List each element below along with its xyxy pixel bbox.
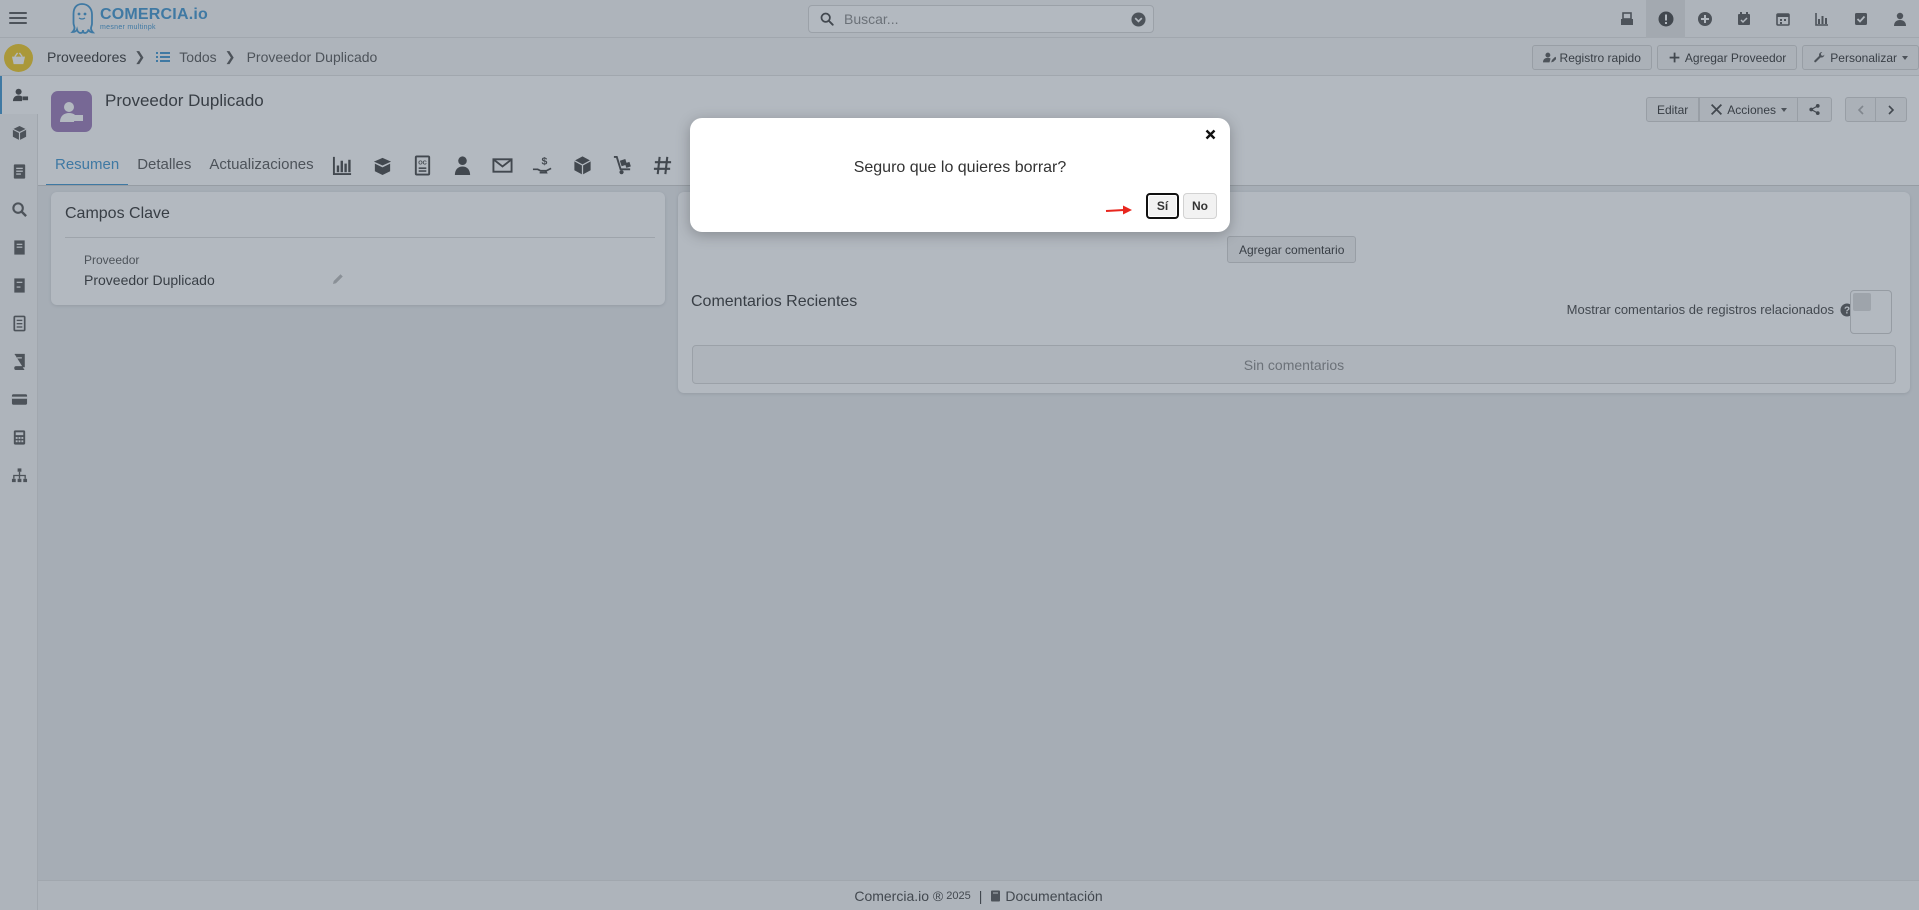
confirm-no-button[interactable]: No [1183, 193, 1217, 219]
confirm-delete-dialog: Seguro que lo quieres borrar? Sí No [690, 118, 1230, 232]
close-icon[interactable] [1202, 126, 1218, 142]
confirm-buttons: Sí No [1146, 193, 1217, 219]
confirm-message: Seguro que lo quieres borrar? [853, 159, 1067, 176]
red-arrow-icon [1105, 205, 1132, 215]
confirm-yes-button[interactable]: Sí [1146, 193, 1179, 219]
